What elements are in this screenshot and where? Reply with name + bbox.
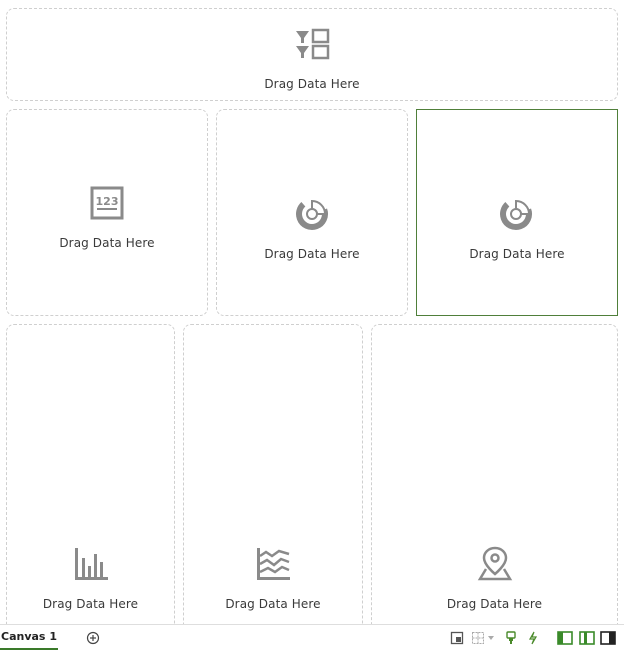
- area-chart-drop-zone[interactable]: Drag Data Here: [183, 324, 363, 634]
- drop-hint-label: Drag Data Here: [59, 236, 155, 250]
- grid-layout-icon: [472, 632, 494, 644]
- bar-chart-drop-zone[interactable]: Drag Data Here: [6, 324, 175, 634]
- highlight-button[interactable]: [504, 630, 518, 646]
- bar-chart-icon: [73, 546, 109, 582]
- map-drop-zone[interactable]: Drag Data Here: [371, 324, 618, 634]
- drop-hint-label: Drag Data Here: [469, 247, 565, 261]
- filter-grid-icon: [295, 28, 331, 60]
- filter-bar-drop-zone[interactable]: Drag Data Here: [6, 8, 618, 101]
- auto-apply-button[interactable]: [526, 630, 540, 646]
- drop-hint-label: Drag Data Here: [446, 597, 543, 611]
- drop-hint-label: Drag Data Here: [225, 597, 321, 611]
- drop-hint-label: Drag Data Here: [264, 77, 360, 91]
- drop-hint-label: Drag Data Here: [264, 247, 360, 261]
- donut-chart-icon: [499, 197, 533, 231]
- donut-drop-zone-2[interactable]: Drag Data Here: [416, 109, 618, 316]
- tab-canvas-1[interactable]: Canvas 1: [0, 625, 58, 650]
- number-tile-icon: 123: [90, 186, 124, 220]
- tile-drop-zone[interactable]: 123 Drag Data Here: [6, 109, 208, 316]
- add-canvas-button[interactable]: [86, 630, 100, 646]
- panel-right-icon: [600, 631, 616, 645]
- right-panel-toggle[interactable]: [600, 630, 616, 646]
- center-panel-toggle[interactable]: [579, 630, 595, 646]
- map-pin-icon: [477, 545, 513, 581]
- add-circle-icon: [86, 631, 100, 645]
- canvas-tab-bar: Canvas 1: [0, 624, 624, 652]
- left-panel-toggle[interactable]: [557, 630, 573, 646]
- layout-dropdown-button[interactable]: [471, 630, 497, 646]
- donut-drop-zone-1[interactable]: Drag Data Here: [216, 109, 408, 316]
- brush-icon: [506, 631, 516, 644]
- panel-center-icon: [579, 631, 595, 645]
- donut-chart-icon: [295, 197, 329, 231]
- area-chart-icon: [255, 546, 291, 582]
- canvas-properties-button[interactable]: [450, 630, 464, 646]
- lightning-icon: [528, 631, 538, 645]
- drop-hint-label: Drag Data Here: [42, 597, 139, 611]
- panel-left-icon: [557, 631, 573, 645]
- canvas-settings-icon: [450, 631, 464, 645]
- svg-text:123: 123: [96, 195, 119, 208]
